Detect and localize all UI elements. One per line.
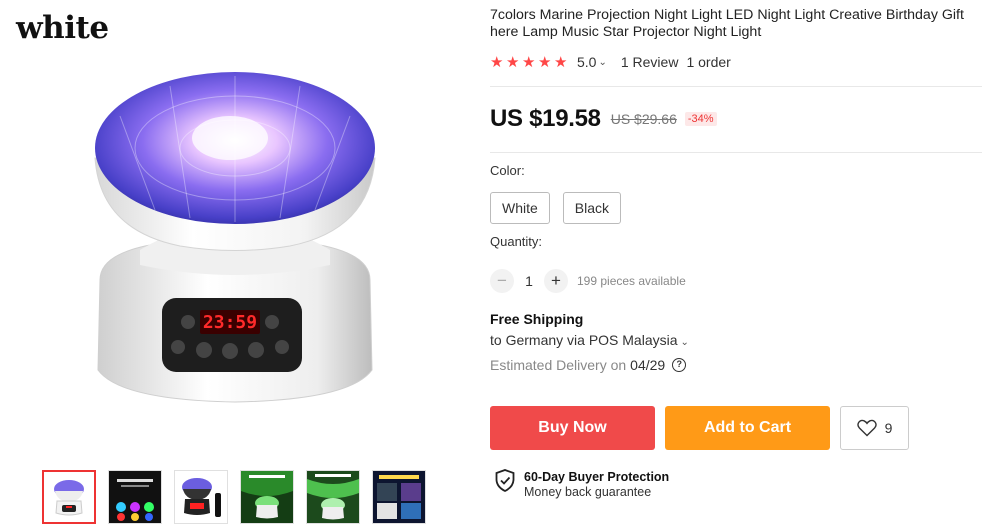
chevron-down-icon[interactable]: ⌄	[598, 57, 606, 68]
rating-value[interactable]: 5.0	[577, 54, 596, 70]
thumbnail-1[interactable]	[42, 470, 96, 524]
decrease-quantity-button[interactable]: −	[490, 269, 514, 293]
shipping-title: Free Shipping	[490, 311, 584, 327]
thumbnail-strip	[42, 470, 426, 524]
divider	[490, 152, 982, 153]
color-option-black[interactable]: Black	[562, 192, 622, 224]
star-icon: ★	[522, 53, 536, 71]
main-product-image[interactable]: 23:59	[60, 50, 410, 420]
protection-subtitle: Money back guarantee	[524, 485, 652, 499]
wishlist-button[interactable]: 9	[840, 406, 909, 450]
color-label: Color:	[490, 163, 525, 178]
estimated-delivery: Estimated Delivery on 04/29 ?	[490, 357, 687, 373]
heart-icon	[856, 419, 877, 437]
wishlist-count: 9	[884, 420, 893, 436]
chevron-down-icon: ⌄	[680, 337, 689, 348]
rating-row: ★ ★ ★ ★ ★ 5.0 ⌄ 1 Review 1 order	[490, 52, 982, 72]
add-to-cart-button[interactable]: Add to Cart	[665, 406, 830, 450]
shipping-destination-text: to Germany via POS Malaysia	[490, 332, 678, 348]
orders-count: 1 order	[686, 54, 731, 70]
color-option-white[interactable]: White	[490, 192, 550, 224]
thumbnail-2[interactable]	[108, 470, 162, 524]
star-icon: ★	[490, 53, 504, 71]
stock-available: 199 pieces available	[577, 274, 686, 288]
protection-title: 60-Day Buyer Protection	[524, 470, 670, 484]
shipping-destination[interactable]: to Germany via POS Malaysia ⌄	[490, 332, 703, 348]
original-price: US $29.66	[610, 111, 677, 127]
product-info-panel: 7colors Marine Projection Night Light LE…	[490, 7, 982, 499]
thumbnail-4[interactable]	[240, 470, 294, 524]
thumbnail-3[interactable]	[174, 470, 228, 524]
thumbnail-6[interactable]	[372, 470, 426, 524]
increase-quantity-button[interactable]: +	[544, 269, 568, 293]
product-title: 7colors Marine Projection Night Light LE…	[490, 7, 964, 40]
color-options: White Black	[490, 192, 622, 224]
quantity-value[interactable]: 1	[514, 273, 544, 289]
star-icon: ★	[506, 53, 520, 71]
discount-badge: -34%	[684, 112, 717, 126]
display-time: 23:59	[203, 312, 257, 333]
current-price: US $19.58	[490, 105, 601, 132]
quantity-stepper: − 1 + 199 pieces available	[490, 269, 686, 293]
buyer-protection: 60-Day Buyer Protection Money back guara…	[495, 469, 669, 500]
buy-now-button[interactable]: Buy Now	[490, 406, 655, 450]
help-icon[interactable]: ?	[672, 358, 687, 372]
variant-watermark: white	[16, 10, 109, 46]
divider	[490, 86, 982, 87]
shield-check-icon	[495, 469, 515, 492]
thumbnail-5[interactable]	[306, 470, 360, 524]
star-rating: ★ ★ ★ ★ ★	[490, 55, 569, 70]
star-icon: ★	[554, 53, 568, 71]
delivery-date: 04/29	[630, 357, 666, 373]
star-icon: ★	[538, 53, 552, 71]
price-row: US $19.58 US $29.66 -34%	[490, 105, 717, 133]
delivery-prefix: Estimated Delivery on	[490, 357, 627, 373]
reviews-link[interactable]: 1 Review	[621, 54, 679, 70]
quantity-label: Quantity:	[490, 234, 543, 249]
